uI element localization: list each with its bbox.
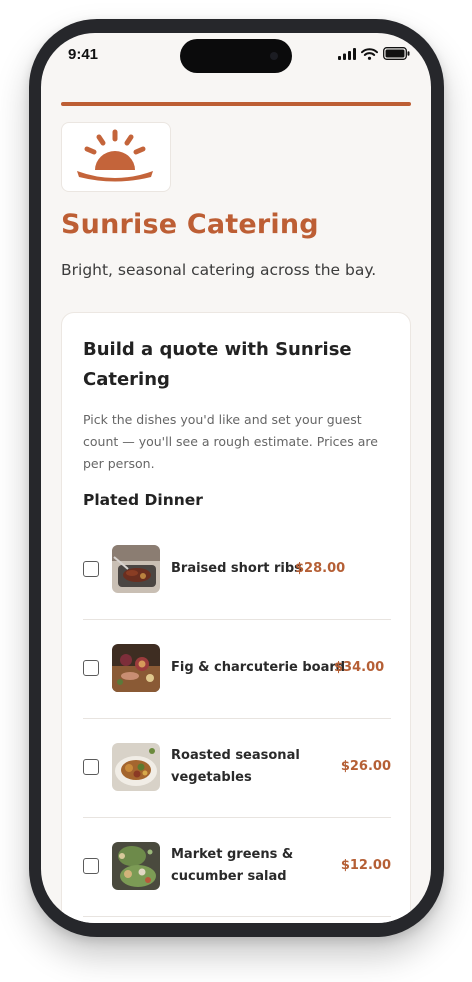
item-name: Roasted seasonal vegetables — [171, 748, 300, 785]
sunrise-logo-icon — [77, 129, 153, 182]
item-name: Braised short ribs — [171, 561, 302, 576]
vegetables-photo — [112, 743, 160, 791]
menu-item-short-ribs[interactable]: Braised short ribs $28.00 — [83, 520, 391, 620]
item-checkbox[interactable] — [83, 561, 99, 577]
item-checkbox[interactable] — [83, 660, 99, 676]
signal-icon — [338, 47, 356, 60]
brand-title: Sunrise Catering — [61, 209, 319, 240]
menu-item-salad[interactable]: Market greens & cucumber salad $12.00 — [83, 817, 391, 917]
menu-item-vegetables[interactable]: Roasted seasonal vegetables $26.00 — [83, 718, 391, 818]
accent-bar — [61, 102, 411, 106]
quote-card-title: Build a quote with Sunrise Catering — [83, 339, 352, 390]
item-checkbox[interactable] — [83, 759, 99, 775]
dynamic-island — [180, 39, 292, 73]
short-ribs-photo — [112, 545, 160, 593]
item-name: Fig & charcuterie board — [171, 660, 346, 675]
item-name: Market greens & cucumber salad — [171, 847, 294, 884]
brand-tagline: Bright, seasonal catering across the bay… — [61, 261, 377, 279]
wifi-icon — [361, 47, 378, 60]
item-checkbox[interactable] — [83, 858, 99, 874]
item-price: $26.00 — [340, 759, 391, 774]
quote-card: Build a quote with Sunrise Catering Pick… — [61, 312, 411, 923]
charcuterie-photo — [112, 644, 160, 692]
status-time: 9:41 — [68, 46, 99, 63]
section-title-plated-dinner: Plated Dinner — [83, 491, 203, 509]
app-screen: 9:41 Sunrise Catering Bright, seasonal c… — [41, 33, 431, 923]
item-price: $12.00 — [340, 858, 391, 873]
quote-card-description: Pick the dishes you'd like and set your … — [83, 412, 378, 471]
status-icons — [338, 47, 410, 60]
battery-icon — [383, 47, 410, 60]
salad-photo — [112, 842, 160, 890]
menu-item-charcuterie[interactable]: Fig & charcuterie board $34.00 — [83, 619, 391, 719]
item-price: $34.00 — [334, 660, 385, 675]
brand-logo — [61, 122, 171, 192]
item-price: $28.00 — [295, 561, 346, 576]
